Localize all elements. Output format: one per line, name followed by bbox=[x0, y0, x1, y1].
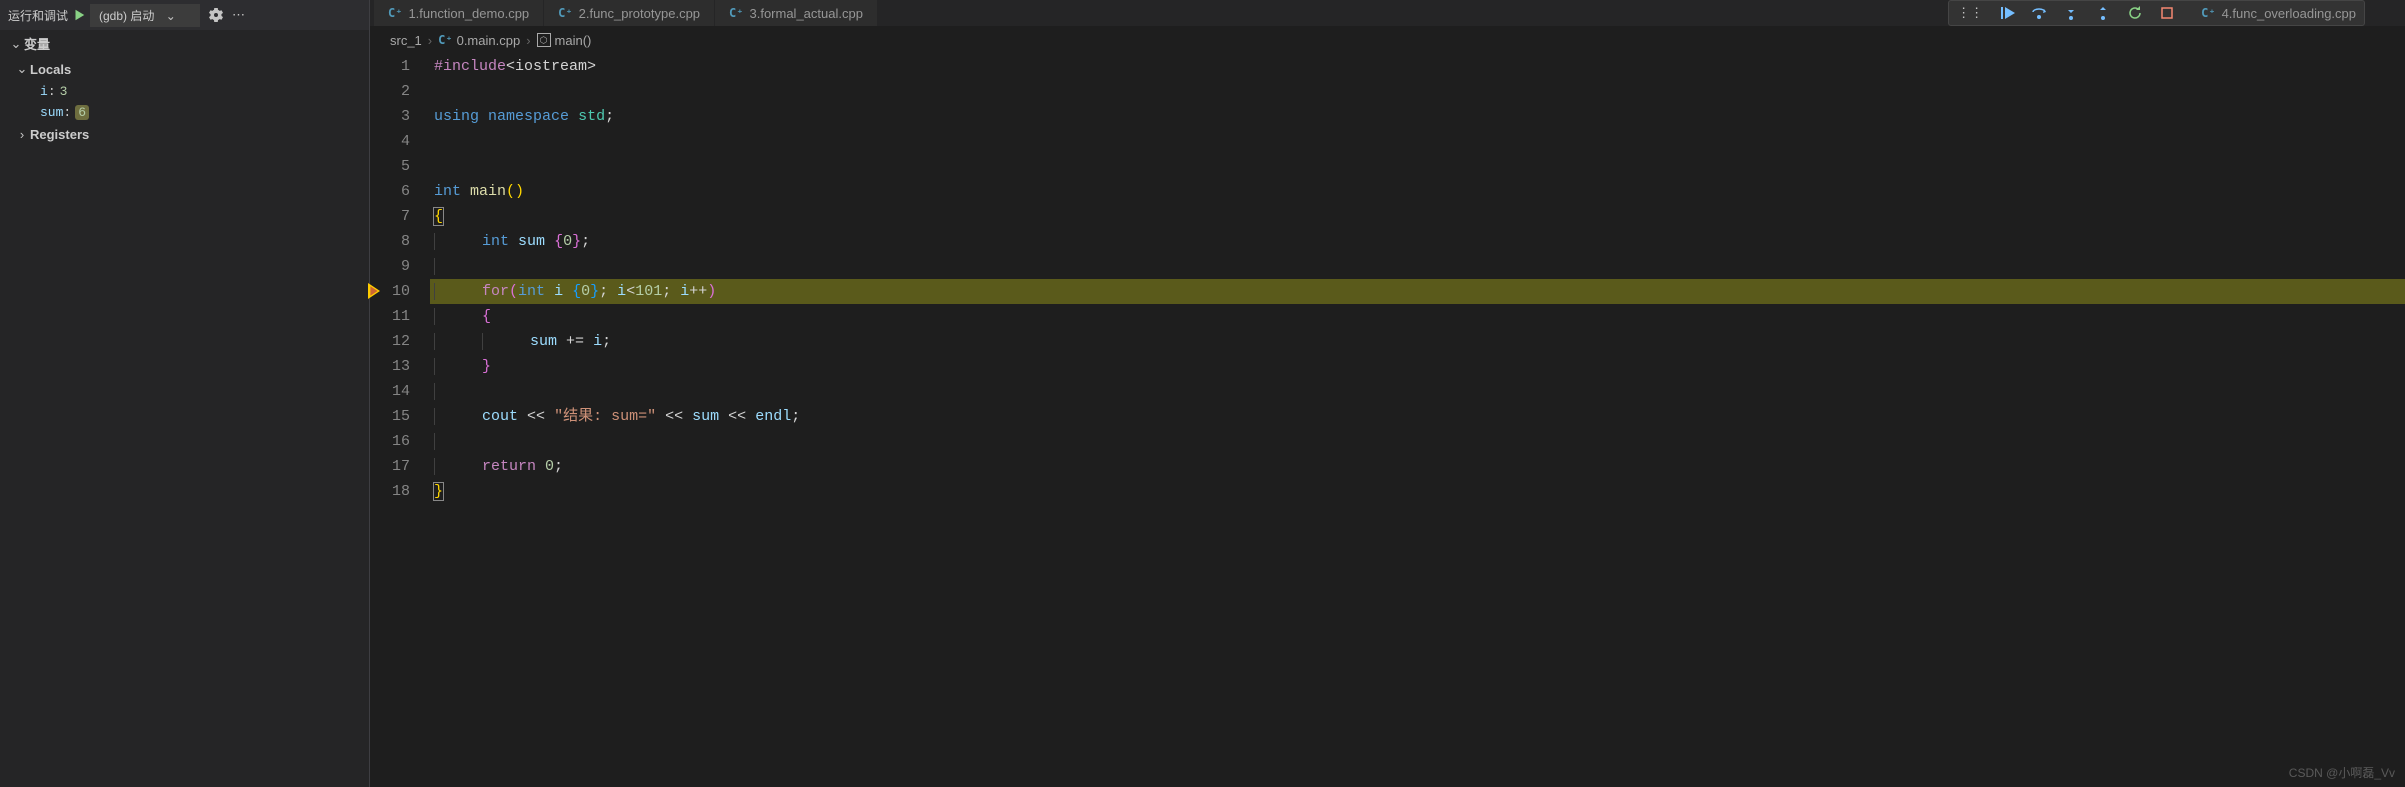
breadcrumb-file[interactable]: C⁺ 0.main.cpp bbox=[438, 33, 520, 48]
gutter-line[interactable]: 16 bbox=[370, 429, 410, 454]
method-icon: ⬡ bbox=[537, 33, 551, 47]
gutter-line[interactable]: 8 bbox=[370, 229, 410, 254]
start-debug-icon[interactable] bbox=[72, 8, 86, 22]
gutter-line[interactable]: 18 bbox=[370, 479, 410, 504]
extra-tab-label: 4.func_overloading.cpp bbox=[2222, 6, 2356, 21]
debug-sidebar: 运行和调试 (gdb) 启动 ⌄ ⋯ ⌄ 变量 ⌄ Locals i:3sum:… bbox=[0, 0, 370, 787]
code-line[interactable]: sum += i; bbox=[430, 329, 2405, 354]
cpp-file-icon: C⁺ bbox=[558, 6, 572, 20]
gutter-line[interactable]: 7 bbox=[370, 204, 410, 229]
breadcrumb-folder[interactable]: src_1 bbox=[390, 33, 422, 48]
chevron-down-icon: ⌄ bbox=[8, 36, 24, 52]
chevron-down-icon: ⌄ bbox=[166, 9, 176, 23]
variable-value: 3 bbox=[60, 84, 68, 99]
tab-label: 1.function_demo.cpp bbox=[408, 6, 529, 21]
code-line[interactable]: } bbox=[430, 479, 2405, 504]
editor-tab[interactable]: C⁺ 3.formal_actual.cpp bbox=[715, 0, 878, 26]
locals-section[interactable]: ⌄ Locals bbox=[0, 57, 369, 81]
code-line[interactable]: int sum {0}; bbox=[430, 229, 2405, 254]
extra-tab[interactable]: C⁺ 4.func_overloading.cpp bbox=[2201, 6, 2356, 21]
gutter-line[interactable]: 15 bbox=[370, 404, 410, 429]
variables-header-label: 变量 bbox=[24, 34, 50, 53]
step-over-icon[interactable] bbox=[2031, 5, 2047, 21]
gutter-line[interactable]: 1 bbox=[370, 54, 410, 79]
cpp-file-icon: C⁺ bbox=[438, 33, 452, 47]
code-line[interactable]: { bbox=[430, 304, 2405, 329]
code-line[interactable] bbox=[430, 429, 2405, 454]
code-line[interactable] bbox=[430, 379, 2405, 404]
gutter-line[interactable]: 11 bbox=[370, 304, 410, 329]
code-line[interactable]: return 0; bbox=[430, 454, 2405, 479]
chevron-right-icon: › bbox=[14, 127, 30, 142]
locals-header-label: Locals bbox=[30, 62, 71, 77]
tab-label: 3.formal_actual.cpp bbox=[749, 6, 862, 21]
editor-tab[interactable]: C⁺ 1.function_demo.cpp bbox=[374, 0, 544, 26]
variable-name: i bbox=[40, 84, 48, 99]
code-line[interactable]: int main() bbox=[430, 179, 2405, 204]
variables-section[interactable]: ⌄ 变量 bbox=[0, 30, 369, 57]
gutter-line[interactable]: 14 bbox=[370, 379, 410, 404]
editor-main: C⁺ 1.function_demo.cpp C⁺ 2.func_prototype.… bbox=[370, 0, 2405, 787]
code-line[interactable] bbox=[430, 154, 2405, 179]
gutter-line[interactable]: 17 bbox=[370, 454, 410, 479]
code-line[interactable]: } bbox=[430, 354, 2405, 379]
gutter-line[interactable]: 13 bbox=[370, 354, 410, 379]
registers-header-label: Registers bbox=[30, 127, 89, 142]
registers-section[interactable]: › Registers bbox=[0, 123, 369, 146]
watermark: CSDN @小啊磊_Vv bbox=[2289, 764, 2395, 781]
debug-toolbar-top: 运行和调试 (gdb) 启动 ⌄ ⋯ bbox=[0, 0, 369, 30]
gutter-line[interactable]: 2 bbox=[370, 79, 410, 104]
variable-name: sum bbox=[40, 105, 63, 120]
chevron-right-icon: › bbox=[428, 33, 432, 48]
variable-item[interactable]: sum:6 bbox=[0, 102, 369, 123]
gutter-line[interactable]: 9 bbox=[370, 254, 410, 279]
gear-icon[interactable] bbox=[208, 7, 224, 23]
code-line[interactable] bbox=[430, 129, 2405, 154]
code-area[interactable]: #include<iostream> using namespace std; in… bbox=[430, 54, 2405, 787]
line-gutter: 123456789101112131415161718 bbox=[370, 54, 430, 787]
restart-icon[interactable] bbox=[2127, 5, 2143, 21]
gutter-line[interactable]: 4 bbox=[370, 129, 410, 154]
code-line[interactable] bbox=[430, 79, 2405, 104]
chevron-right-icon: › bbox=[526, 33, 530, 48]
code-line[interactable]: #include<iostream> bbox=[430, 54, 2405, 79]
code-line[interactable]: using namespace std; bbox=[430, 104, 2405, 129]
gutter-line[interactable]: 12 bbox=[370, 329, 410, 354]
run-debug-label: 运行和调试 bbox=[8, 7, 68, 24]
step-into-icon[interactable] bbox=[2063, 5, 2079, 21]
gutter-line[interactable]: 6 bbox=[370, 179, 410, 204]
stop-icon[interactable] bbox=[2159, 5, 2175, 21]
current-execution-icon bbox=[368, 283, 380, 299]
launch-config-label: (gdb) 启动 bbox=[99, 9, 154, 23]
breadcrumb: src_1 › C⁺ 0.main.cpp › ⬡ main() bbox=[370, 26, 2405, 54]
gutter-line[interactable]: 10 bbox=[370, 279, 410, 304]
variable-item[interactable]: i:3 bbox=[0, 81, 369, 102]
gutter-line[interactable]: 5 bbox=[370, 154, 410, 179]
code-line[interactable] bbox=[430, 254, 2405, 279]
launch-config-select[interactable]: (gdb) 启动 ⌄ bbox=[90, 4, 200, 27]
step-out-icon[interactable] bbox=[2095, 5, 2111, 21]
debug-floating-toolbar: ⋮⋮ C⁺ 4.func_overloading.cpp bbox=[1948, 0, 2365, 26]
ellipsis-icon[interactable]: ⋯ bbox=[232, 7, 245, 23]
tab-label: 2.func_prototype.cpp bbox=[579, 6, 700, 21]
code-line[interactable]: for(int i {0}; i<101; i++) bbox=[430, 279, 2405, 304]
cpp-file-icon: C⁺ bbox=[2201, 6, 2215, 20]
cpp-file-icon: C⁺ bbox=[388, 6, 402, 20]
gutter-line[interactable]: 3 bbox=[370, 104, 410, 129]
cpp-file-icon: C⁺ bbox=[729, 6, 743, 20]
chevron-down-icon: ⌄ bbox=[14, 61, 30, 77]
breadcrumb-symbol[interactable]: ⬡ main() bbox=[537, 33, 592, 48]
variable-value: 6 bbox=[75, 105, 89, 120]
editor-tab[interactable]: C⁺ 2.func_prototype.cpp bbox=[544, 0, 715, 26]
code-editor[interactable]: 123456789101112131415161718 #include<ios… bbox=[370, 54, 2405, 787]
code-line[interactable]: cout << "结果: sum=" << sum << endl; bbox=[430, 404, 2405, 429]
drag-handle-icon[interactable]: ⋮⋮ bbox=[1957, 5, 1983, 21]
code-line[interactable]: { bbox=[430, 204, 2405, 229]
continue-icon[interactable] bbox=[1999, 5, 2015, 21]
